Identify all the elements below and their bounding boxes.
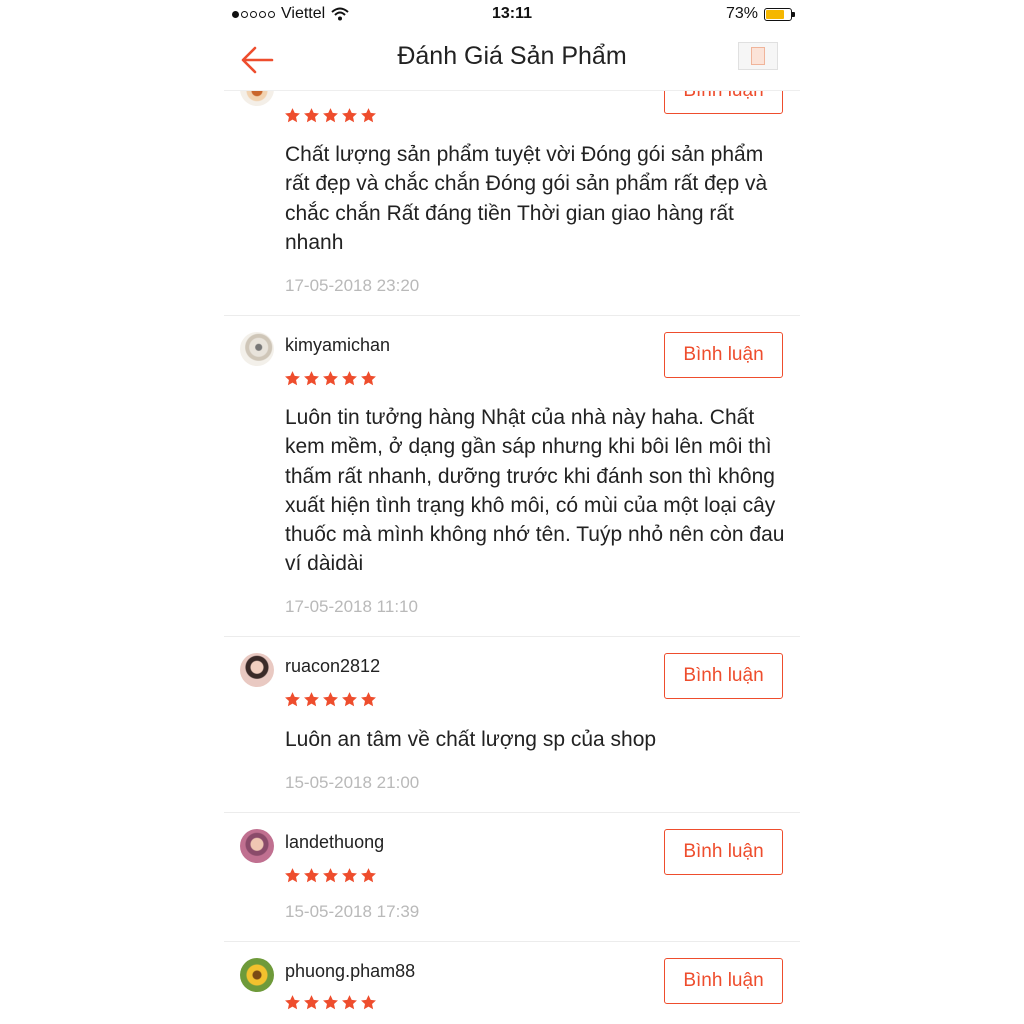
- username: phuong.pham88: [285, 961, 416, 981]
- star-icon: [285, 868, 300, 883]
- avatar: [240, 90, 274, 106]
- star-icon: [342, 995, 357, 1010]
- username: ruacon2812: [285, 656, 381, 676]
- star-icon: [361, 692, 376, 707]
- comment-button[interactable]: Bình luận: [664, 332, 783, 378]
- nav-bar: Đánh Giá Sản Phẩm: [224, 30, 800, 91]
- avatar: [240, 653, 274, 687]
- review-item: Bình luận Chất lượng sản phẩm tuyệt vời …: [224, 90, 800, 316]
- star-icon: [304, 371, 319, 386]
- star-icon: [361, 868, 376, 883]
- star-icon: [323, 371, 338, 386]
- review-date: 15-05-2018 21:00: [285, 773, 420, 792]
- status-bar: Viettel 13:11 73%: [224, 0, 800, 30]
- page-title: Đánh Giá Sản Phẩm: [397, 42, 627, 70]
- phone-screen: Viettel 13:11 73% Đánh Giá Sản Phẩm Bình…: [224, 0, 800, 1024]
- review-text: Chất lượng sản phẩm tuyệt vời Đóng gói s…: [285, 143, 768, 254]
- username: kimyamichan: [285, 335, 391, 355]
- battery-icon: [764, 7, 795, 21]
- star-icon: [323, 108, 338, 123]
- star-icon: [342, 108, 357, 123]
- star-icon: [342, 371, 357, 386]
- review-list[interactable]: Bình luận Chất lượng sản phẩm tuyệt vời …: [224, 90, 800, 1024]
- product-thumbnail[interactable]: [738, 42, 778, 70]
- comment-button[interactable]: Bình luận: [664, 829, 783, 875]
- review-item: phuong.pham88 Bình luận: [224, 941, 800, 1024]
- star-icon: [342, 692, 357, 707]
- avatar: [240, 958, 274, 992]
- star-rating: [284, 867, 377, 884]
- star-icon: [361, 371, 376, 386]
- star-rating: [284, 370, 377, 387]
- battery-percent: 73%: [725, 5, 758, 22]
- star-rating: [284, 691, 377, 708]
- review-item: ruacon2812 Bình luận Luôn an tâm về chất…: [224, 636, 800, 813]
- star-icon: [285, 995, 300, 1010]
- avatar: [240, 332, 274, 366]
- star-icon: [323, 995, 338, 1010]
- username: landethuong: [285, 832, 385, 852]
- star-rating: [284, 107, 377, 124]
- review-text: Luôn tin tưởng hàng Nhật của nhà này hah…: [285, 406, 785, 576]
- star-icon: [323, 692, 338, 707]
- review-text: Luôn an tâm về chất lượng sp của shop: [285, 728, 657, 751]
- review-date: 17-05-2018 23:20: [285, 276, 420, 295]
- comment-button[interactable]: Bình luận: [664, 653, 783, 699]
- star-icon: [323, 868, 338, 883]
- review-item: kimyamichan Bình luận Luôn tin tưởng hàn…: [224, 315, 800, 637]
- star-icon: [361, 995, 376, 1010]
- star-icon: [361, 108, 376, 123]
- star-icon: [285, 371, 300, 386]
- review-item: landethuong Bình luận 15-05-2018 17:39: [224, 812, 800, 942]
- star-icon: [342, 868, 357, 883]
- clock: 13:11: [491, 5, 533, 22]
- avatar: [240, 829, 274, 863]
- review-date: 15-05-2018 17:39: [285, 902, 420, 921]
- star-icon: [304, 692, 319, 707]
- star-icon: [285, 692, 300, 707]
- star-icon: [285, 108, 300, 123]
- star-icon: [304, 108, 319, 123]
- comment-button[interactable]: Bình luận: [664, 90, 783, 114]
- star-icon: [304, 868, 319, 883]
- status-right: 73%: [725, 5, 795, 23]
- star-rating: [284, 994, 377, 1011]
- star-icon: [304, 995, 319, 1010]
- review-date: 17-05-2018 11:10: [285, 597, 418, 616]
- comment-button[interactable]: Bình luận: [664, 958, 783, 1004]
